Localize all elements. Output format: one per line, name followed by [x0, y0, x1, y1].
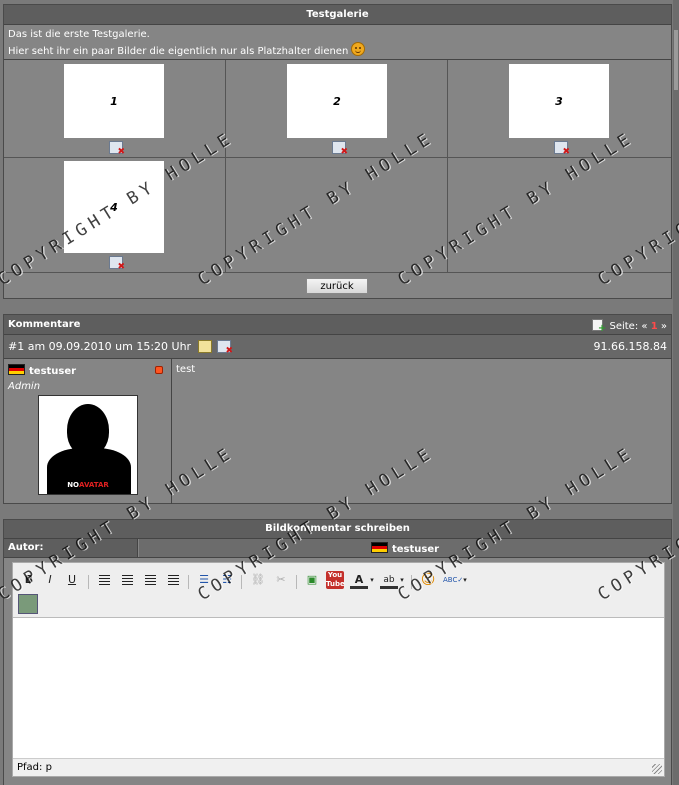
write-comment-panel: Bildkommentar schreiben Autor: testuser … [3, 519, 672, 785]
avatar-brand-text: NOAVATAR [67, 481, 109, 489]
editor-text-area[interactable] [13, 618, 664, 758]
edit-comment-icon[interactable] [197, 340, 212, 353]
text-color-icon[interactable]: A [350, 571, 368, 589]
image-thumbnail[interactable]: 2 [287, 64, 387, 138]
grid-cell: 4 [4, 158, 226, 273]
resize-grip-icon[interactable] [652, 764, 662, 774]
smiley-icon [351, 42, 366, 56]
editor-toolbar: B I U ☰ ☷ ⛓ ✂ ▣ You Tube A ▾ ab ▾ ☺ ABC✓… [13, 563, 664, 618]
link-icon[interactable]: ⛓ [249, 571, 267, 589]
back-row: zurück [4, 273, 671, 300]
grid-cell: 3 [448, 60, 671, 158]
delete-image-icon[interactable] [554, 141, 570, 157]
comment-username[interactable]: testuser [8, 364, 76, 377]
pager-next[interactable]: » [661, 321, 667, 332]
grid-cell: 1 [4, 60, 226, 158]
comment-header: #1 am 09.09.2010 um 15:20 Uhr [8, 340, 233, 356]
gallery-panel: Testgalerie Das ist die erste Testgaleri… [3, 4, 672, 299]
insert-gallery-image-icon[interactable] [18, 594, 38, 614]
add-comment-icon[interactable] [592, 319, 606, 334]
comments-title: Kommentare [8, 319, 81, 330]
grid-cell: 2 [226, 60, 448, 158]
highlight-color-icon[interactable]: ab [380, 571, 398, 589]
bullet-list-icon[interactable]: ☰ [195, 571, 213, 589]
youtube-icon[interactable]: You Tube [326, 571, 345, 589]
align-justify-icon[interactable] [164, 571, 182, 589]
image-thumbnail[interactable]: 1 [64, 64, 164, 138]
highlight-dropdown-icon[interactable]: ▾ [398, 571, 406, 589]
gallery-description: Das ist die erste Testgalerie. Hier seht… [4, 25, 671, 60]
comment-user: testuser Admin NOAVATAR [4, 359, 172, 504]
delete-image-icon[interactable] [332, 141, 348, 157]
pager-label: Seite: [609, 321, 639, 332]
comment-meta: #1 am 09.09.2010 um 15:20 Uhr 91.66.158.… [4, 335, 671, 359]
bold-icon[interactable]: B [20, 571, 38, 589]
image-grid: 1 2 3 4 [4, 60, 671, 273]
scrollbar[interactable] [673, 0, 679, 785]
align-right-icon[interactable] [141, 571, 159, 589]
author-row: Autor: testuser [4, 539, 671, 558]
avatar: NOAVATAR [38, 395, 138, 495]
unlink-icon[interactable]: ✂ [272, 571, 290, 589]
align-left-icon[interactable] [95, 571, 113, 589]
editor-status-bar: Pfad: p [13, 758, 664, 776]
pager: Seite: « 1 » [592, 319, 667, 334]
align-center-icon[interactable] [118, 571, 136, 589]
author-value: testuser [139, 539, 671, 557]
back-button[interactable]: zurück [306, 278, 368, 294]
user-role: Admin [8, 381, 41, 392]
insert-image-icon[interactable]: ▣ [303, 571, 321, 589]
germany-flag-icon [8, 364, 25, 375]
rich-text-editor: B I U ☰ ☷ ⛓ ✂ ▣ You Tube A ▾ ab ▾ ☺ ABC✓… [12, 562, 665, 777]
comments-header: Kommentare Seite: « 1 » [4, 315, 671, 335]
comment-ip: 91.66.158.84 [593, 340, 667, 353]
delete-image-icon[interactable] [109, 256, 125, 272]
pager-prev[interactable]: « [641, 321, 647, 332]
comments-panel: Kommentare Seite: « 1 » #1 am 09.09.2010… [3, 314, 672, 504]
numbered-list-icon[interactable]: ☷ [218, 571, 236, 589]
underline-icon[interactable]: U [63, 571, 81, 589]
italic-icon[interactable]: I [41, 571, 59, 589]
spellcheck-icon[interactable]: ABC✓ [443, 571, 463, 589]
spellcheck-dropdown-icon[interactable]: ▾ [461, 571, 469, 589]
comment-body: testuser Admin NOAVATAR test [4, 359, 671, 504]
gallery-description-line1: Das ist die erste Testgalerie. [8, 29, 150, 40]
gallery-description-line2: Hier seht ihr ein paar Bilder die eigent… [8, 42, 667, 59]
germany-flag-icon [370, 542, 388, 553]
write-comment-title: Bildkommentar schreiben [4, 520, 671, 539]
gallery-title: Testgalerie [4, 5, 671, 25]
offline-status-icon [155, 366, 163, 374]
image-thumbnail[interactable]: 4 [64, 161, 164, 253]
delete-comment-icon[interactable] [217, 340, 233, 356]
image-thumbnail[interactable]: 3 [509, 64, 609, 138]
grid-cell-empty [448, 158, 671, 273]
pager-current[interactable]: 1 [651, 321, 658, 332]
text-color-dropdown-icon[interactable]: ▾ [368, 571, 376, 589]
comment-text: test [176, 364, 196, 375]
delete-image-icon[interactable] [109, 141, 125, 157]
author-label: Autor: [4, 539, 138, 557]
emoticon-icon[interactable]: ☺ [419, 571, 437, 589]
grid-cell-empty [226, 158, 448, 273]
